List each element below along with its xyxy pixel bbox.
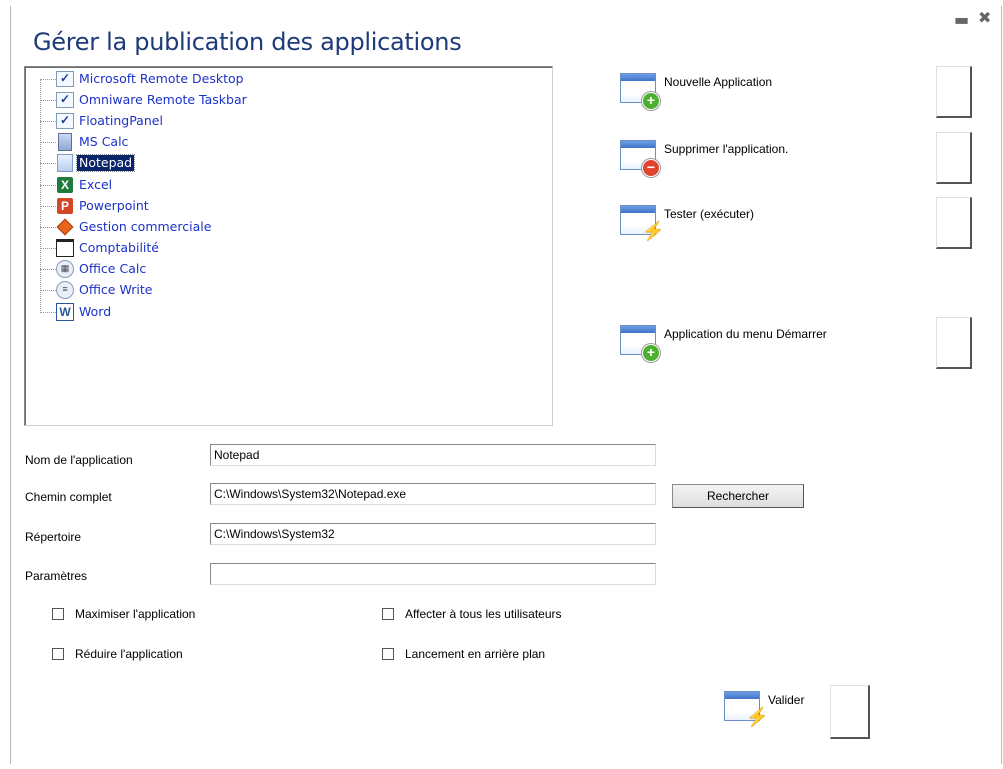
test-application-action[interactable]: ⚡ Tester (exécuter)	[620, 202, 754, 240]
reduce-label: Réduire l'application	[75, 647, 183, 661]
search-button[interactable]: Rechercher	[672, 484, 804, 508]
delete-window-icon: −	[620, 137, 660, 177]
delete-application-button[interactable]	[936, 132, 972, 184]
run-window-icon: ⚡	[620, 202, 664, 240]
checkbox-box[interactable]	[52, 608, 64, 620]
checkbox-icon: ✓	[56, 91, 74, 109]
word-icon: W	[56, 303, 74, 321]
page-title: Gérer la publication des applications	[33, 28, 462, 56]
tree-item-label: Omniware Remote Taskbar	[79, 92, 247, 107]
validate-window-icon: ⚡	[724, 688, 768, 726]
tree-item-label: MS Calc	[79, 134, 129, 149]
app-name-input[interactable]	[210, 444, 656, 466]
tree-item-office-calc[interactable]: ▦ Office Calc	[40, 259, 148, 279]
test-application-label: Tester (exécuter)	[664, 207, 755, 221]
validate-action[interactable]: ⚡ Valider	[724, 688, 804, 726]
tree-item-notepad[interactable]: Notepad	[40, 153, 136, 173]
tree-item-powerpoint[interactable]: P Powerpoint	[40, 196, 151, 216]
full-path-label: Chemin complet	[25, 490, 112, 504]
window-icon	[56, 239, 74, 257]
tree-item-label: Office Write	[79, 282, 153, 297]
all-users-checkbox[interactable]: Affecter à tous les utilisateurs	[382, 607, 562, 621]
start-menu-application-label: Application du menu Démarrer	[664, 327, 827, 341]
tree-item-word[interactable]: W Word	[40, 302, 113, 322]
reduce-checkbox[interactable]: Réduire l'application	[52, 647, 183, 661]
tree-item-label: FloatingPanel	[79, 113, 163, 128]
tree-item-gestion-commerciale[interactable]: Gestion commerciale	[40, 217, 213, 237]
close-icon[interactable]: ✖	[978, 8, 991, 27]
calculator-icon	[56, 133, 74, 151]
directory-input[interactable]	[210, 523, 656, 545]
background-launch-label: Lancement en arrière plan	[405, 647, 546, 661]
tree-item-microsoft-remote-desktop[interactable]: ✓ Microsoft Remote Desktop	[40, 69, 246, 89]
parameters-label: Paramètres	[25, 569, 88, 583]
maximize-label: Maximiser l'application	[75, 607, 196, 621]
tree-item-floatingpanel[interactable]: ✓ FloatingPanel	[40, 111, 165, 131]
diamond-icon	[56, 218, 74, 236]
new-application-label: Nouvelle Application	[664, 75, 773, 89]
office-write-icon: ≡	[56, 281, 74, 299]
tree-item-label: Gestion commerciale	[79, 219, 212, 234]
tree-item-excel[interactable]: X Excel	[40, 175, 114, 195]
checkbox-box[interactable]	[382, 608, 394, 620]
tree-item-label: Notepad	[75, 154, 136, 172]
tree-item-office-write[interactable]: ≡ Office Write	[40, 280, 154, 300]
tree-item-label: Excel	[79, 177, 113, 192]
office-calc-icon: ▦	[56, 260, 74, 278]
tree-item-label: Office Calc	[79, 261, 147, 276]
all-users-label: Affecter à tous les utilisateurs	[405, 607, 562, 621]
new-application-action[interactable]: + Nouvelle Application	[620, 70, 773, 110]
start-menu-window-icon: +	[620, 322, 660, 362]
maximize-checkbox[interactable]: Maximiser l'application	[52, 607, 195, 621]
validate-label: Valider	[768, 693, 805, 707]
test-application-button[interactable]	[936, 197, 972, 249]
background-launch-checkbox[interactable]: Lancement en arrière plan	[382, 647, 545, 661]
tree-item-label: Powerpoint	[79, 198, 149, 213]
tree-item-comptabilite[interactable]: Comptabilité	[40, 238, 161, 258]
directory-label: Répertoire	[25, 530, 82, 544]
start-menu-application-action[interactable]: + Application du menu Démarrer	[620, 322, 827, 362]
tree-item-label: Word	[79, 304, 112, 319]
full-path-input[interactable]	[210, 483, 656, 505]
checkbox-icon: ✓	[56, 70, 74, 88]
checkbox-box[interactable]	[52, 648, 64, 660]
checkbox-icon: ✓	[56, 112, 74, 130]
parameters-input[interactable]	[210, 563, 656, 585]
new-window-icon: +	[620, 70, 660, 110]
new-application-button[interactable]	[936, 66, 972, 118]
app-name-label: Nom de l'application	[25, 453, 133, 467]
notepad-icon	[56, 154, 74, 172]
minimize-icon[interactable]: ▬	[954, 10, 969, 29]
delete-application-action[interactable]: − Supprimer l'application.	[620, 137, 789, 177]
delete-application-label: Supprimer l'application.	[664, 142, 789, 156]
excel-icon: X	[56, 176, 74, 194]
tree-item-label: Microsoft Remote Desktop	[79, 71, 244, 86]
powerpoint-icon: P	[56, 197, 74, 215]
tree-item-omniware-remote-taskbar[interactable]: ✓ Omniware Remote Taskbar	[40, 90, 249, 110]
application-tree[interactable]: ✓ Microsoft Remote Desktop ✓ Omniware Re…	[24, 66, 553, 426]
validate-button[interactable]	[830, 685, 870, 739]
start-menu-application-button[interactable]	[936, 317, 972, 369]
tree-item-ms-calc[interactable]: MS Calc	[40, 132, 130, 152]
tree-item-label: Comptabilité	[79, 240, 159, 255]
checkbox-box[interactable]	[382, 648, 394, 660]
